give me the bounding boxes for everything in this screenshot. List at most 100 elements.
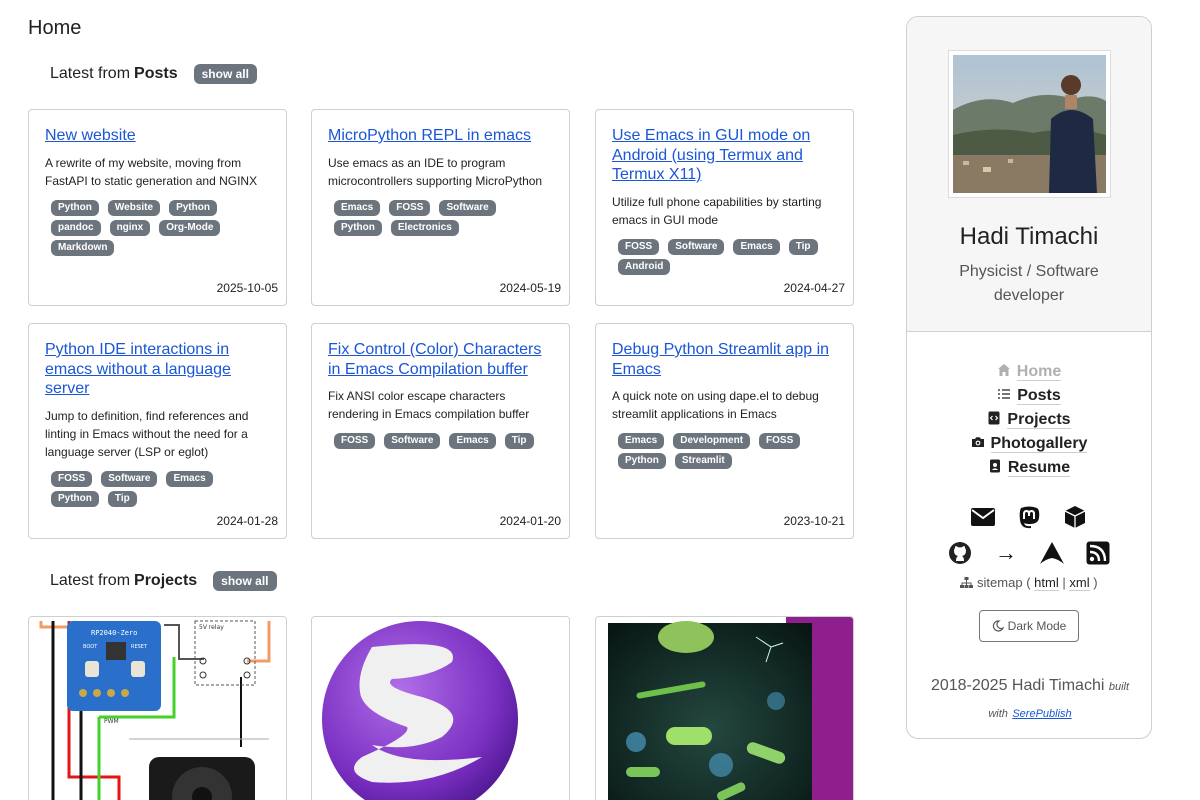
tag-badge[interactable]: Software — [668, 238, 725, 255]
post-title-link[interactable]: Debug Python Streamlit app in Emacs — [612, 340, 837, 379]
tag-badge[interactable]: Markdown — [51, 239, 115, 256]
arrow-right-icon: → — [995, 540, 1017, 565]
profile-subtitle: Physicist / Software developer — [959, 263, 1099, 304]
sidebar: Hadi Timachi Physicist / Software develo… — [906, 16, 1152, 739]
mastodon-link[interactable] — [1016, 504, 1042, 530]
tag-badge[interactable]: Software — [384, 433, 441, 449]
tag-badge[interactable]: Python — [51, 199, 99, 216]
tag-badge[interactable]: Development — [673, 433, 751, 449]
projects-section-name: Projects — [134, 572, 198, 589]
post-card: Python IDE interactions in emacs without… — [28, 323, 287, 539]
tag-badge[interactable]: nginx — [109, 219, 151, 236]
tag-badge[interactable]: Python — [334, 219, 382, 236]
tag-badge[interactable]: Tip — [788, 238, 818, 255]
tag-badge[interactable]: FOSS — [334, 433, 376, 449]
sitemap-line: sitemap ( html | xml ) — [907, 575, 1151, 591]
post-card: Fix Control (Color) Characters in Emacs … — [311, 323, 570, 539]
posts-show-all-button[interactable]: show all — [193, 64, 257, 84]
post-tags: Python Website Python pandoc nginx Org-M… — [51, 199, 270, 260]
post-date: 2024-04-27 — [783, 281, 845, 295]
nav-resume[interactable]: Resume — [907, 459, 1151, 483]
post-title-link[interactable]: MicroPython REPL in emacs — [328, 126, 553, 146]
copyright-text: 2018-2025 Hadi Timachi — [930, 677, 1105, 694]
tag-badge[interactable]: Emacs — [733, 238, 780, 255]
nav-photogallery[interactable]: Photogallery — [907, 435, 1151, 459]
nav-home[interactable]: Home — [907, 363, 1151, 387]
sitemap-open-paren: ( — [1026, 575, 1031, 590]
tag-badge[interactable]: FOSS — [618, 238, 660, 255]
tag-badge[interactable]: Website — [107, 199, 161, 216]
profile-name: Hadi Timachi — [959, 223, 1099, 250]
tag-badge[interactable]: Emacs — [449, 433, 496, 449]
tag-badge[interactable]: FOSS — [389, 199, 431, 216]
rss-link[interactable] — [1085, 540, 1111, 566]
project-card[interactable] — [595, 616, 854, 800]
post-title-link[interactable]: Use Emacs in GUI mode on Android (using … — [612, 126, 837, 185]
tag-badge[interactable]: Emacs — [618, 433, 665, 449]
github-link[interactable] — [947, 540, 973, 566]
projects-section-header: Latest from Projects show all — [50, 571, 277, 591]
nav-label: Home — [1016, 363, 1062, 381]
sitemap-icon — [960, 577, 974, 588]
archlinux-link[interactable] — [1039, 540, 1065, 566]
post-date: 2025-10-05 — [216, 281, 278, 295]
post-date: 2024-05-19 — [499, 281, 561, 295]
post-title-link[interactable]: New website — [45, 126, 270, 146]
nav-label: Posts — [1017, 387, 1061, 405]
nav-projects[interactable]: Projects — [907, 411, 1151, 435]
builder-link[interactable]: SerePublish — [1012, 708, 1071, 720]
camera-icon — [971, 437, 984, 447]
tag-badge[interactable]: Software — [101, 470, 158, 487]
circuit-diagram-image: RP2040-Zero BOOT RESET 5V relay PWM — [29, 617, 286, 800]
package-link[interactable] — [1062, 504, 1088, 530]
post-title-link[interactable]: Python IDE interactions in emacs without… — [45, 340, 270, 399]
social-links-row-2: → — [907, 540, 1151, 566]
post-card: Use Emacs in GUI mode on Android (using … — [595, 109, 854, 306]
sitemap-xml-link[interactable]: xml — [1069, 575, 1090, 591]
tag-badge[interactable]: Emacs — [166, 470, 213, 487]
sitemap-close-paren: ) — [1093, 575, 1098, 590]
tag-badge[interactable]: Streamlit — [674, 453, 732, 469]
tag-badge[interactable]: FOSS — [759, 433, 801, 449]
nav-label: Resume — [1007, 459, 1071, 477]
cube-icon — [1064, 506, 1086, 528]
post-card: Debug Python Streamlit app in Emacs A qu… — [595, 323, 854, 539]
project-card[interactable] — [311, 616, 570, 800]
code-file-icon — [988, 411, 1000, 425]
nav-posts[interactable]: Posts — [907, 387, 1151, 411]
post-date: 2024-01-20 — [499, 514, 561, 528]
projects-show-all-button[interactable]: show all — [213, 571, 277, 591]
post-title-link[interactable]: Fix Control (Color) Characters in Emacs … — [328, 340, 553, 379]
sidebar-nav: Home Posts Projects Photogallery Resume — [907, 363, 1151, 483]
tag-badge[interactable]: Android — [618, 258, 671, 275]
archlinux-icon — [1040, 542, 1064, 564]
post-description: A quick note on using dape.el to debug s… — [612, 389, 819, 421]
sitemap-html-link[interactable]: html — [1034, 575, 1059, 591]
tag-badge[interactable]: Python — [51, 490, 99, 507]
project-card[interactable]: RP2040-Zero BOOT RESET 5V relay PWM — [28, 616, 287, 800]
social-links-row-1 — [907, 504, 1151, 530]
tag-badge[interactable]: Tip — [107, 490, 137, 507]
tag-badge[interactable]: Software — [439, 199, 496, 216]
tag-badge[interactable]: Tip — [504, 433, 534, 449]
tag-badge[interactable]: FOSS — [51, 470, 93, 487]
tag-badge[interactable]: pandoc — [51, 219, 101, 236]
tag-badge[interactable]: Org-Mode — [159, 219, 221, 236]
post-card: MicroPython REPL in emacs Use emacs as a… — [311, 109, 570, 306]
email-link[interactable] — [970, 504, 996, 530]
relay-label: 5V relay — [199, 624, 224, 631]
list-icon — [998, 389, 1011, 399]
id-badge-icon — [989, 459, 1000, 473]
pwm-label: PWM — [104, 718, 119, 725]
post-tags: FOSS Software Emacs Tip — [334, 433, 553, 453]
tag-badge[interactable]: Emacs — [334, 199, 381, 216]
tag-badge[interactable]: Python — [618, 453, 666, 469]
tag-badge[interactable]: Python — [169, 199, 217, 216]
emacs-logo-image — [312, 617, 569, 800]
github-icon — [949, 542, 971, 564]
post-tags: Emacs FOSS Software Python Electronics — [334, 199, 553, 240]
post-tags: Emacs Development FOSS Python Streamlit — [618, 433, 837, 473]
dark-mode-button[interactable]: Dark Mode — [979, 610, 1079, 642]
post-description: Fix ANSI color escape characters renderi… — [328, 389, 530, 421]
tag-badge[interactable]: Electronics — [390, 219, 459, 236]
